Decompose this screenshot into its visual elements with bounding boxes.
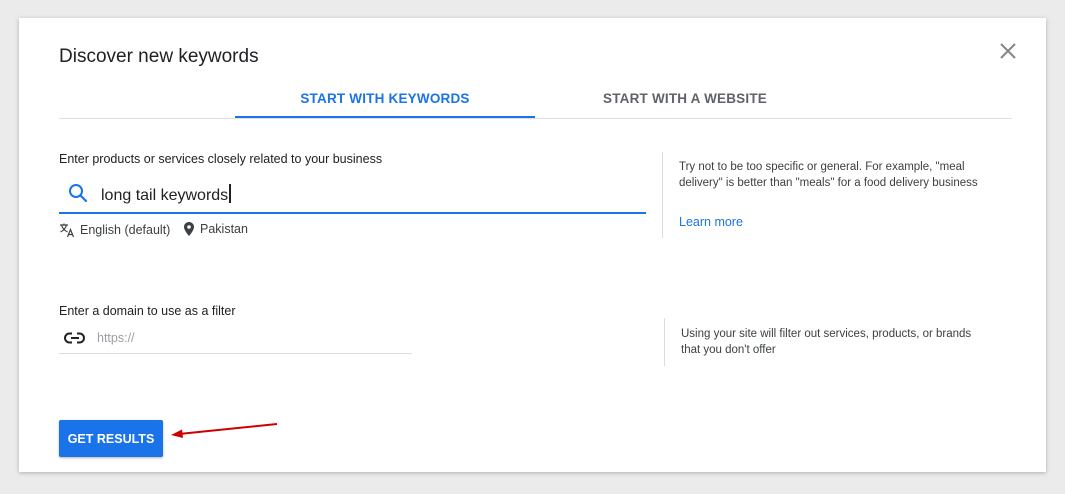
keywords-help-text: Try not to be too specific or general. F… — [679, 159, 1004, 191]
domain-input[interactable] — [97, 328, 397, 348]
language-selector[interactable]: English (default) — [59, 222, 170, 238]
dialog-title: Discover new keywords — [59, 46, 259, 67]
language-value: English (default) — [80, 223, 171, 237]
divider — [664, 318, 665, 366]
domain-filter-field — [59, 323, 412, 354]
tab-bar: START WITH KEYWORDS START WITH A WEBSITE — [59, 80, 1012, 119]
tab-start-with-website[interactable]: START WITH A WEBSITE — [535, 80, 835, 117]
location-pin-icon — [184, 222, 194, 236]
annotation-arrow — [165, 420, 280, 445]
link-icon — [64, 331, 86, 350]
divider — [662, 152, 663, 238]
location-value: Pakistan — [200, 222, 248, 236]
search-icon — [67, 182, 89, 209]
location-selector[interactable]: Pakistan — [184, 222, 248, 236]
domain-help-text: Using your site will filter out services… — [681, 328, 972, 356]
keywords-help-body: Try not to be too specific or general. F… — [679, 161, 978, 189]
translate-icon — [59, 222, 75, 238]
keywords-field-label: Enter products or services closely relat… — [59, 152, 383, 166]
learn-more-link[interactable]: Learn more — [679, 214, 743, 230]
tab-start-with-keywords[interactable]: START WITH KEYWORDS — [235, 80, 535, 118]
domain-field-label: Enter a domain to use as a filter — [59, 304, 236, 318]
keywords-input[interactable]: long tail keywords — [59, 176, 646, 214]
get-results-button[interactable]: GET RESULTS — [59, 420, 163, 457]
keywords-input-value: long tail keywords — [101, 187, 229, 204]
discover-keywords-dialog: Discover new keywords START WITH KEYWORD… — [19, 18, 1046, 472]
close-icon[interactable] — [997, 40, 1019, 62]
text-caret — [229, 184, 231, 203]
